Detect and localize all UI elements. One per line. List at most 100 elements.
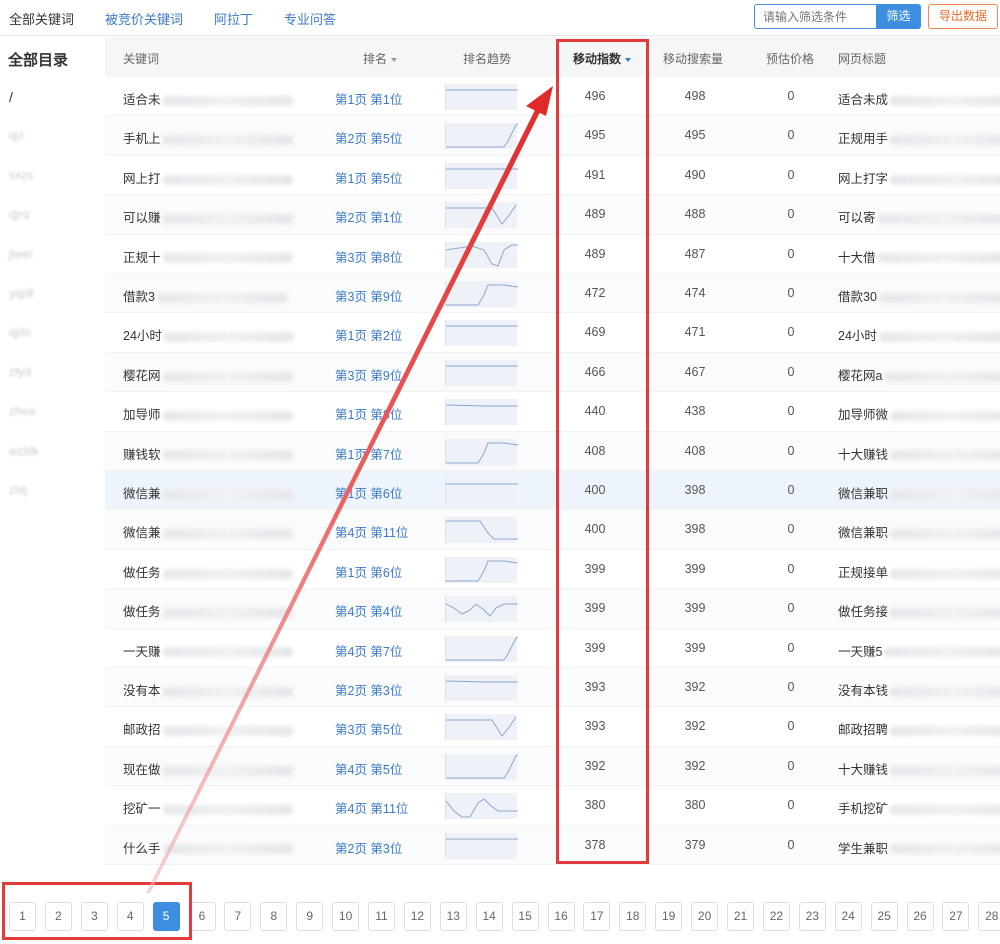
export-button[interactable]: 导出数据: [928, 4, 998, 29]
page-button[interactable]: 1: [9, 902, 36, 931]
page-button[interactable]: 15: [511, 902, 539, 931]
tab-bid-keywords[interactable]: 被竞价关键词: [105, 9, 183, 28]
table-row[interactable]: 加导师 第1页 第8位 440 438 0 加导师微: [105, 392, 1000, 432]
keyword-cell[interactable]: 挖矿一: [123, 798, 293, 817]
table-row[interactable]: 微信兼 第1页 第6位 400 398 0 微信兼职: [105, 471, 1000, 511]
sidebar-item[interactable]: sxzs: [9, 168, 33, 182]
sidebar-item[interactable]: zhlj: [9, 483, 27, 497]
page-button[interactable]: 5: [152, 902, 180, 931]
keyword-cell[interactable]: 樱花网: [123, 365, 293, 384]
keyword-cell[interactable]: 手机上: [123, 128, 293, 147]
rank-link[interactable]: 第3页 第9位: [335, 365, 402, 384]
sidebar-item[interactable]: zfyd: [9, 365, 31, 379]
tab-qa[interactable]: 专业问答: [284, 9, 336, 28]
rank-link[interactable]: 第4页 第7位: [335, 641, 402, 660]
page-button[interactable]: 12: [403, 902, 431, 931]
rank-link[interactable]: 第4页 第11位: [335, 522, 408, 541]
page-button[interactable]: 13: [439, 902, 467, 931]
page-button[interactable]: 18: [619, 902, 647, 931]
table-row[interactable]: 正规十 第3页 第8位 489 487 0 十大借: [105, 235, 1000, 274]
page-button[interactable]: 28: [978, 902, 1000, 931]
page-button[interactable]: 27: [942, 902, 970, 931]
keyword-cell[interactable]: 微信兼: [123, 522, 293, 541]
rank-link[interactable]: 第2页 第5位: [335, 128, 402, 147]
keyword-cell[interactable]: 没有本: [123, 680, 293, 699]
page-button[interactable]: 11: [368, 902, 395, 931]
sidebar-item[interactable]: qjrq: [9, 207, 29, 221]
table-row[interactable]: 做任务 第4页 第4位 399 399 0 做任务接: [105, 589, 1000, 629]
filter-button[interactable]: 筛选: [876, 4, 921, 29]
page-button[interactable]: 22: [762, 902, 790, 931]
page-button[interactable]: 8: [260, 902, 288, 931]
rank-link[interactable]: 第4页 第5位: [335, 759, 402, 778]
sidebar-item[interactable]: zhea: [9, 404, 35, 418]
table-row[interactable]: 适合未 第1页 第1位 496 498 0 适合未成: [105, 77, 1000, 117]
page-button[interactable]: 19: [655, 902, 683, 931]
rank-link[interactable]: 第2页 第3位: [335, 838, 402, 857]
keyword-cell[interactable]: 做任务: [123, 562, 293, 581]
sidebar-item[interactable]: qjds: [9, 325, 31, 339]
table-row[interactable]: 一天赚 第4页 第7位 399 399 0 一天赚5: [105, 629, 1000, 668]
table-row[interactable]: 借款3 第3页 第9位 472 474 0 借款30: [105, 274, 1000, 314]
page-button[interactable]: 24: [834, 902, 862, 931]
sidebar-item[interactable]: qjz: [9, 128, 24, 142]
table-row[interactable]: 现在做 第4页 第5位 392 392 0 十大赚钱: [105, 746, 1000, 787]
page-button[interactable]: 2: [44, 902, 72, 931]
rank-link[interactable]: 第1页 第5位: [335, 168, 402, 187]
rank-link[interactable]: 第4页 第4位: [335, 601, 402, 620]
keyword-cell[interactable]: 微信兼: [123, 483, 293, 502]
keyword-cell[interactable]: 网上打: [123, 168, 293, 187]
page-button[interactable]: 6: [188, 902, 216, 931]
page-button[interactable]: 10: [332, 902, 360, 931]
col-rank[interactable]: 排名: [363, 50, 398, 67]
page-button[interactable]: 9: [296, 902, 324, 931]
tab-all-keywords[interactable]: 全部关键词: [9, 9, 74, 28]
keyword-cell[interactable]: 一天赚: [123, 641, 293, 660]
keyword-cell[interactable]: 正规十: [123, 247, 293, 266]
page-button[interactable]: 4: [116, 902, 144, 931]
rank-link[interactable]: 第1页 第6位: [335, 483, 402, 502]
col-mobile-index[interactable]: 移动指数: [573, 50, 632, 67]
table-row[interactable]: 什么手 第2页 第3位 378 379 0 学生兼职: [105, 825, 1000, 865]
keyword-cell[interactable]: 什么手: [123, 838, 293, 857]
table-row[interactable]: 做任务 第1页 第6位 399 399 0 正规接单: [105, 550, 1000, 590]
table-row[interactable]: 手机上 第2页 第5位 495 495 0 正规用手: [105, 116, 1000, 156]
table-row[interactable]: 网上打 第1页 第5位 491 490 0 网上打字: [105, 156, 1000, 196]
page-button[interactable]: 14: [475, 902, 503, 931]
keyword-cell[interactable]: 适合未: [123, 89, 293, 108]
table-row[interactable]: 24小时 第1页 第2位 469 471 0 24小时: [105, 313, 1000, 353]
table-row[interactable]: 赚钱软 第1页 第7位 408 408 0 十大赚钱: [105, 431, 1000, 471]
keyword-cell[interactable]: 赚钱软: [123, 444, 293, 463]
page-button[interactable]: 7: [224, 902, 252, 931]
rank-link[interactable]: 第1页 第8位: [335, 404, 402, 423]
tab-aladdin[interactable]: 阿拉丁: [214, 9, 253, 28]
page-button[interactable]: 26: [906, 902, 934, 931]
page-button[interactable]: 20: [691, 902, 719, 931]
sidebar-item[interactable]: jiwei: [9, 247, 32, 261]
table-row[interactable]: 微信兼 第4页 第11位 400 398 0 微信兼职: [105, 510, 1000, 550]
keyword-cell[interactable]: 24小时: [123, 325, 294, 344]
rank-link[interactable]: 第3页 第5位: [335, 719, 402, 738]
page-button[interactable]: 25: [870, 902, 898, 931]
rank-link[interactable]: 第2页 第3位: [335, 680, 402, 699]
page-button[interactable]: 16: [547, 902, 575, 931]
sidebar-item[interactable]: yqpll: [9, 286, 34, 300]
page-button[interactable]: 21: [727, 902, 754, 931]
table-row[interactable]: 樱花网 第3页 第9位 466 467 0 樱花网a: [105, 352, 1000, 393]
keyword-cell[interactable]: 邮政招: [123, 719, 293, 738]
page-button[interactable]: 23: [798, 902, 826, 931]
sidebar-item[interactable]: wzblk: [9, 444, 39, 458]
rank-link[interactable]: 第4页 第11位: [335, 798, 408, 817]
rank-link[interactable]: 第1页 第2位: [335, 325, 402, 344]
rank-link[interactable]: 第1页 第7位: [335, 444, 402, 463]
sidebar-item[interactable]: /: [9, 89, 13, 105]
table-row[interactable]: 没有本 第2页 第3位 393 392 0 没有本钱: [105, 668, 1000, 708]
table-row[interactable]: 挖矿一 第4页 第11位 380 380 0 手机挖矿: [105, 786, 1000, 826]
rank-link[interactable]: 第1页 第6位: [335, 562, 402, 581]
table-row[interactable]: 邮政招 第3页 第5位 393 392 0 邮政招聘: [105, 707, 1000, 747]
filter-input[interactable]: [754, 4, 878, 29]
keyword-cell[interactable]: 借款3: [123, 286, 287, 305]
rank-link[interactable]: 第2页 第1位: [335, 207, 402, 226]
page-button[interactable]: 3: [80, 902, 108, 931]
rank-link[interactable]: 第3页 第8位: [335, 247, 402, 266]
